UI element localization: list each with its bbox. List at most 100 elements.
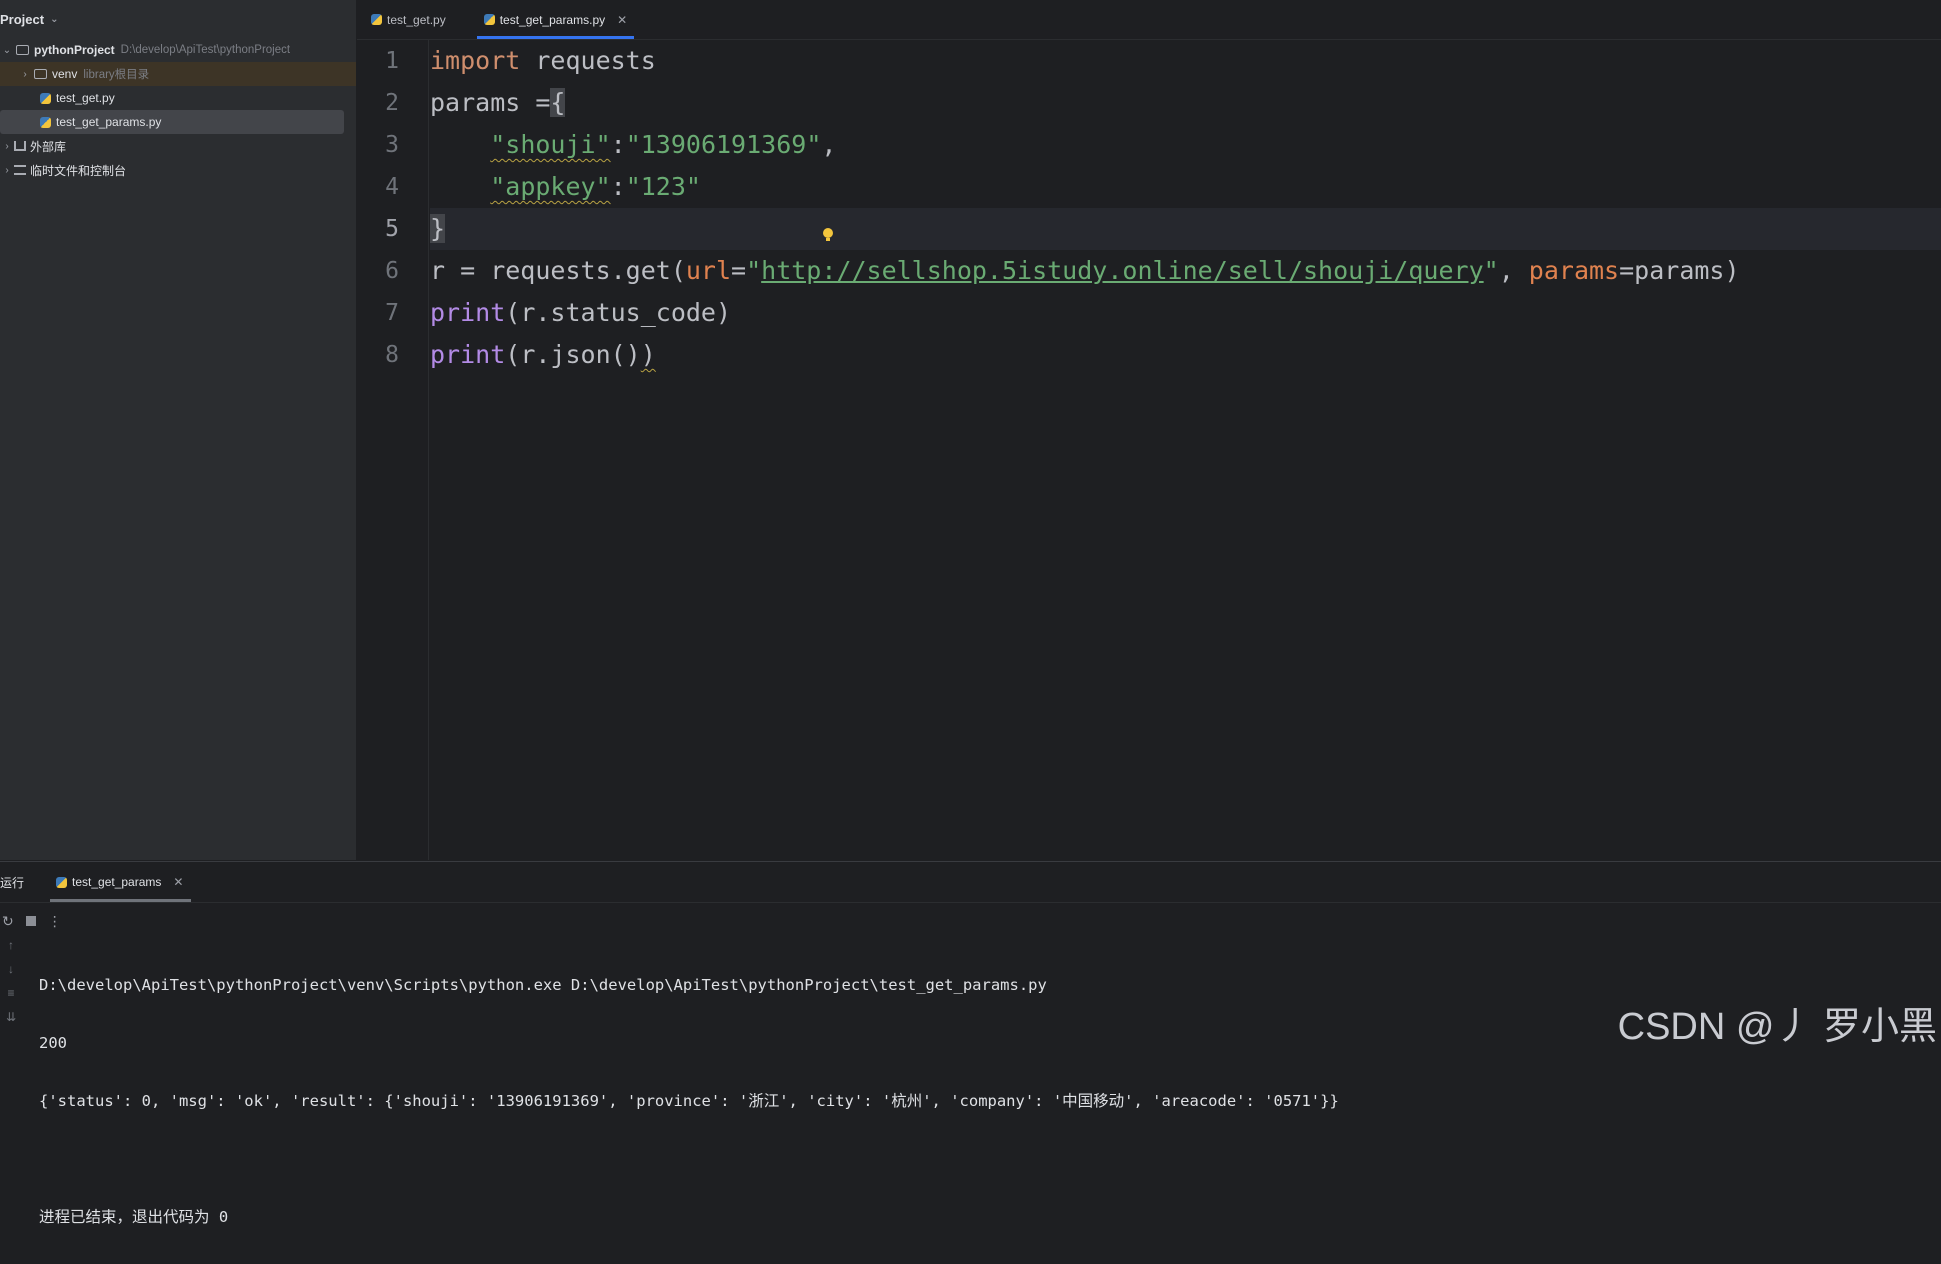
project-sidebar: Project ⌄ ⌄ pythonProject D:\develop\Api… <box>0 0 357 860</box>
console-output[interactable]: D:\develop\ApiTest\pythonProject\venv\Sc… <box>39 938 1339 1264</box>
equals: = <box>731 256 747 285</box>
chevron-right-icon[interactable]: › <box>0 165 14 176</box>
dict-key-appkey: "appkey" <box>490 172 611 201</box>
comma: , <box>821 130 837 159</box>
tree-item-label: test_get.py <box>56 91 115 105</box>
colon: : <box>610 130 626 159</box>
builtin-print: print <box>430 340 506 369</box>
code-editor[interactable]: 1 2 3 4 5 6 7 8 import requests params =… <box>357 40 1941 860</box>
kwarg-params: params <box>1528 256 1620 285</box>
console-side-toolbar: ↑ ↓ ≡ ⇊ <box>0 938 22 1060</box>
dict-value-shouji: "13906191369" <box>625 130 822 159</box>
line-number: 1 <box>385 48 399 74</box>
tree-item-path: D:\develop\ApiTest\pythonProject <box>120 44 291 56</box>
close-icon[interactable]: ✕ <box>173 875 183 889</box>
lightbulb-icon[interactable] <box>823 228 833 241</box>
params-value: =params) <box>1619 256 1740 285</box>
project-view-selector[interactable]: Project ⌄ <box>0 0 356 38</box>
tree-item-venv[interactable]: › venv library根目录 <box>0 62 356 86</box>
print-args: (r.json() <box>505 340 641 369</box>
run-header: 运行 test_get_params ✕ <box>0 862 1941 902</box>
close-icon[interactable]: ✕ <box>617 13 627 27</box>
code-line-7[interactable]: print(r.status_code) <box>430 292 1941 334</box>
console-line: 进程已结束，退出代码为 0 <box>39 1208 229 1226</box>
tree-item-pythonproject[interactable]: ⌄ pythonProject D:\develop\ApiTest\pytho… <box>0 38 356 62</box>
editor-tabs: test_get.py test_get_params.py ✕ <box>357 0 1941 40</box>
print-args: (r.status_code) <box>505 298 732 327</box>
console-line: 200 <box>39 1034 67 1052</box>
builtin-print: print <box>430 298 506 327</box>
line-number: 6 <box>385 258 399 284</box>
watermark: CSDN @丿 罗小黑 <box>1617 1006 1937 1048</box>
stop-icon[interactable] <box>25 916 36 926</box>
code-line-4[interactable]: "appkey":"123" <box>430 166 1941 208</box>
dict-key-shouji: "shouji" <box>490 130 611 159</box>
code-line-3[interactable]: "shouji":"13906191369", <box>430 124 1941 166</box>
line-number-current: 5 <box>385 216 399 242</box>
project-title: Project <box>0 11 45 27</box>
run-toolbar: ↻ ⋮ <box>0 902 1941 939</box>
scroll-to-end-icon[interactable]: ⇊ <box>6 1010 16 1024</box>
tab-label: test_get_params.py <box>499 12 606 27</box>
separator: , <box>1498 256 1529 285</box>
chevron-right-icon[interactable]: › <box>18 69 32 80</box>
python-file-icon <box>40 92 51 104</box>
url-string[interactable]: http://sellshop.5istudy.online/sell/shou… <box>761 256 1483 285</box>
folder-icon <box>34 69 47 79</box>
library-icon <box>14 141 26 151</box>
tree-item-label: test_get_params.py <box>56 115 162 129</box>
variable-params: params = <box>430 88 551 117</box>
colon: : <box>610 172 626 201</box>
project-tree: ⌄ pythonProject D:\develop\ApiTest\pytho… <box>0 38 356 182</box>
code-line-2[interactable]: params ={ <box>430 82 1941 124</box>
open-brace: { <box>550 88 566 117</box>
console-line: D:\develop\ApiTest\pythonProject\venv\Sc… <box>39 976 1047 994</box>
line-number-gutter: 1 2 3 4 5 6 7 8 <box>357 40 429 860</box>
tab-label: test_get.py <box>387 12 446 27</box>
line-number: 2 <box>385 90 399 116</box>
run-panel: 运行 test_get_params ✕ ↻ ⋮ ↑ ↓ ≡ ⇊ D:\deve… <box>0 861 1941 1226</box>
rerun-icon[interactable]: ↻ <box>2 913 14 930</box>
python-file-icon <box>40 116 51 128</box>
python-file-icon <box>371 14 382 25</box>
run-panel-title: 运行 <box>0 875 25 890</box>
chevron-down-icon: ⌄ <box>50 13 59 25</box>
tree-item-external-libraries[interactable]: › 外部库 <box>0 134 356 158</box>
code-line-6[interactable]: r = requests.get(url="http://sellshop.5i… <box>430 250 1941 292</box>
keyword-import: import <box>430 46 521 75</box>
tree-item-path: library根目录 <box>83 69 150 81</box>
python-file-icon <box>483 14 495 25</box>
dict-value-appkey: "123" <box>625 172 701 201</box>
tree-item-test-get[interactable]: test_get.py <box>0 86 356 110</box>
folder-icon <box>16 45 29 55</box>
tree-item-scratches[interactable]: › 临时文件和控制台 <box>0 158 356 182</box>
tree-item-test-get-params[interactable]: test_get_params.py <box>0 110 344 134</box>
chevron-down-icon[interactable]: ⌄ <box>0 45 14 56</box>
arrow-down-icon[interactable]: ↓ <box>8 962 14 976</box>
tab-test-get-params[interactable]: test_get_params.py ✕ <box>472 0 639 39</box>
tab-test-get[interactable]: test_get.py <box>357 0 458 39</box>
arrow-up-icon[interactable]: ↑ <box>8 938 14 952</box>
code-line-5[interactable]: } <box>430 208 1941 250</box>
soft-wrap-icon[interactable]: ≡ <box>7 986 14 1000</box>
tree-item-label: pythonProject <box>34 43 115 57</box>
request-call: r = requests.get( <box>430 256 686 285</box>
close-brace: } <box>430 214 446 243</box>
run-tab-test-get-params[interactable]: test_get_params ✕ <box>50 862 192 902</box>
tree-item-label: 外部库 <box>30 139 67 154</box>
quote: " <box>746 256 762 285</box>
chevron-right-icon[interactable]: › <box>0 141 14 152</box>
line-number: 7 <box>385 300 399 326</box>
tree-item-label: 临时文件和控制台 <box>30 163 127 178</box>
run-tab-label: test_get_params <box>72 875 162 889</box>
code-line-1[interactable]: import requests <box>430 40 1941 82</box>
close-paren: ) <box>640 340 656 369</box>
more-options-icon[interactable]: ⋮ <box>48 913 62 930</box>
line-number: 4 <box>385 174 399 200</box>
quote: " <box>1483 256 1499 285</box>
line-number: 8 <box>385 342 399 368</box>
code-line-8[interactable]: print(r.json()) <box>430 334 1941 376</box>
